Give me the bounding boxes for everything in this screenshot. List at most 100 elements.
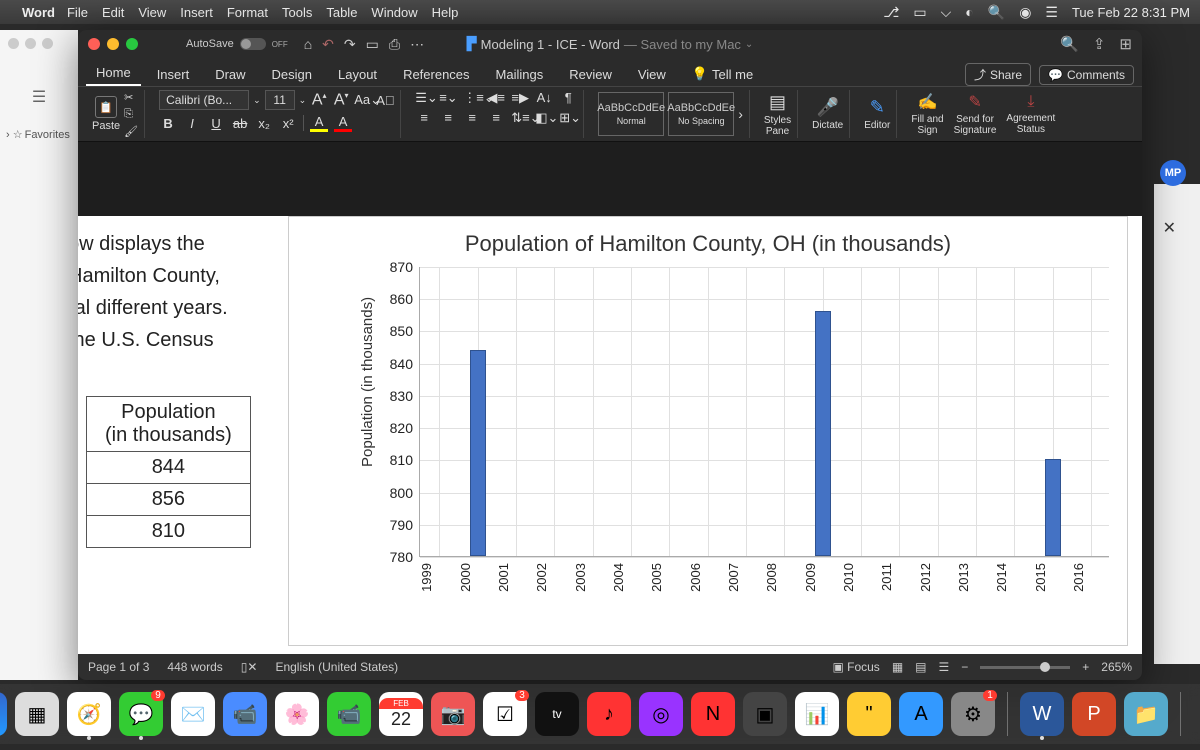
- align-right-icon[interactable]: ≡: [463, 110, 481, 126]
- population-table[interactable]: Population (in thousands) 844 856 810: [86, 396, 251, 548]
- copy-icon[interactable]: ⎘: [124, 108, 138, 121]
- style-no-spacing[interactable]: AaBbCcDdEe No Spacing: [668, 92, 734, 136]
- strike-button[interactable]: ab: [231, 116, 249, 131]
- dock-launchpad[interactable]: ▦: [15, 692, 59, 736]
- dock-news[interactable]: N: [691, 692, 735, 736]
- view-outline-icon[interactable]: ☰: [939, 660, 950, 674]
- menu-view[interactable]: View: [138, 5, 166, 20]
- app-name[interactable]: Word: [22, 5, 55, 20]
- cut-icon[interactable]: ✂: [124, 91, 138, 104]
- send-signature-button[interactable]: ✎Send for Signature: [954, 92, 997, 136]
- dock-messages[interactable]: 💬9: [119, 692, 163, 736]
- dock-settings[interactable]: ⚙1: [951, 692, 995, 736]
- expand-icon[interactable]: ⊞: [1119, 35, 1132, 53]
- format-painter-icon[interactable]: 🖌: [124, 125, 138, 138]
- tab-mailings[interactable]: Mailings: [486, 63, 554, 86]
- share-button[interactable]: ⤴ Share: [965, 63, 1031, 86]
- menu-window[interactable]: Window: [371, 5, 417, 20]
- decrease-indent-icon[interactable]: ◀≡: [487, 90, 505, 106]
- chart-close-button[interactable]: ✕: [1163, 218, 1176, 238]
- document-area[interactable]: ow displays the Hamilton County, ral dif…: [78, 170, 1142, 654]
- window-minimize-button[interactable]: [107, 38, 119, 50]
- subscript-button[interactable]: x₂: [255, 116, 273, 131]
- control-center-icon[interactable]: ◐: [965, 4, 973, 20]
- menu-table[interactable]: Table: [326, 5, 357, 20]
- bold-button[interactable]: B: [159, 116, 177, 131]
- zoom-level[interactable]: 265%: [1101, 660, 1132, 674]
- autosave-toggle[interactable]: [240, 38, 266, 50]
- home-icon[interactable]: ⌂: [304, 36, 312, 53]
- menu-help[interactable]: Help: [432, 5, 459, 20]
- font-size-select[interactable]: 11: [265, 90, 295, 110]
- dock-calendar[interactable]: FEB22: [379, 692, 423, 736]
- dock-mail[interactable]: ✉️: [171, 692, 215, 736]
- shrink-font-icon[interactable]: A▾: [332, 91, 350, 109]
- word-count[interactable]: 448 words: [167, 660, 222, 674]
- user-avatar-badge[interactable]: MP: [1160, 160, 1186, 186]
- tab-home[interactable]: Home: [86, 61, 141, 86]
- italic-button[interactable]: I: [183, 116, 201, 131]
- align-center-icon[interactable]: ≡: [439, 110, 457, 126]
- editor-button[interactable]: ✎Editor: [864, 97, 890, 131]
- bluetooth-icon[interactable]: ⎇: [883, 4, 899, 21]
- page-indicator[interactable]: Page 1 of 3: [88, 660, 149, 674]
- dictate-button[interactable]: 🎤Dictate: [812, 97, 843, 131]
- dock-freeform[interactable]: ": [847, 692, 891, 736]
- clear-format-icon[interactable]: A⃠: [376, 93, 394, 108]
- dock-safari[interactable]: 🧭: [67, 692, 111, 736]
- zoom-slider[interactable]: [980, 666, 1070, 669]
- share-quick-icon[interactable]: ⇪: [1093, 35, 1106, 53]
- menu-insert[interactable]: Insert: [180, 5, 213, 20]
- sort-icon[interactable]: A↓: [535, 90, 553, 106]
- tell-me[interactable]: 💡Tell me: [682, 62, 763, 86]
- dock-podcasts[interactable]: ◎: [639, 692, 683, 736]
- justify-icon[interactable]: ≡: [487, 110, 505, 126]
- agreement-status-button[interactable]: ⤓Agreement Status: [1006, 93, 1055, 135]
- dock-screenshot[interactable]: ▣: [743, 692, 787, 736]
- tab-references[interactable]: References: [393, 63, 479, 86]
- numbering-icon[interactable]: ≡⌄: [439, 90, 457, 106]
- notification-icon[interactable]: ☰: [1045, 4, 1058, 21]
- dock-word[interactable]: W: [1020, 692, 1064, 736]
- zoom-in-button[interactable]: +: [1082, 660, 1089, 674]
- increase-indent-icon[interactable]: ≡▶: [511, 90, 529, 106]
- align-left-icon[interactable]: ≡: [415, 110, 433, 126]
- dock-zoom[interactable]: 📹: [223, 692, 267, 736]
- menu-file[interactable]: File: [67, 5, 88, 20]
- paste-icon[interactable]: 📋: [95, 96, 117, 118]
- tab-review[interactable]: Review: [559, 63, 622, 86]
- bullets-icon[interactable]: ☰⌄: [415, 90, 433, 106]
- document-title[interactable]: ▛ Modeling 1 - ICE - Word — Saved to my …: [467, 36, 754, 52]
- fill-sign-button[interactable]: ✍Fill and Sign: [911, 92, 943, 136]
- styles-more-icon[interactable]: ›: [738, 106, 743, 122]
- menubar-clock[interactable]: Tue Feb 22 8:31 PM: [1072, 5, 1190, 20]
- tab-layout[interactable]: Layout: [328, 63, 387, 86]
- menu-edit[interactable]: Edit: [102, 5, 124, 20]
- multilevel-icon[interactable]: ⋮≡⌄: [463, 90, 481, 106]
- pilcrow-icon[interactable]: ¶: [559, 90, 577, 106]
- wifi-icon[interactable]: ⌵: [941, 4, 952, 21]
- menu-format[interactable]: Format: [227, 5, 268, 20]
- font-select[interactable]: Calibri (Bo...: [159, 90, 249, 110]
- change-case-icon[interactable]: Aa⌄: [354, 92, 372, 108]
- window-close-button[interactable]: [88, 38, 100, 50]
- dock-appstore[interactable]: A: [899, 692, 943, 736]
- view-print-icon[interactable]: ▦: [892, 660, 903, 674]
- body-text[interactable]: ow displays the Hamilton County, ral dif…: [78, 228, 278, 356]
- dock-appletv[interactable]: tv: [535, 692, 579, 736]
- style-normal[interactable]: AaBbCcDdEe Normal: [598, 92, 664, 136]
- borders-icon[interactable]: ⊞⌄: [559, 110, 577, 126]
- sidebar-toggle-icon[interactable]: ☰: [0, 57, 78, 137]
- tab-design[interactable]: Design: [262, 63, 322, 86]
- siri-icon[interactable]: ◉: [1019, 4, 1031, 21]
- more-icon[interactable]: ⋯: [410, 36, 424, 53]
- dock-music[interactable]: ♪: [587, 692, 631, 736]
- spellcheck-icon[interactable]: ▯✕: [241, 660, 258, 674]
- line-spacing-icon[interactable]: ⇅≡⌄: [511, 110, 529, 126]
- dock-trash[interactable]: 🗑: [1193, 692, 1200, 736]
- dock-photos[interactable]: 🌸: [275, 692, 319, 736]
- dock-finder[interactable]: 😊: [0, 692, 7, 736]
- zoom-out-button[interactable]: −: [961, 660, 968, 674]
- spotlight-icon[interactable]: 🔍: [988, 4, 1005, 21]
- tab-view[interactable]: View: [628, 63, 676, 86]
